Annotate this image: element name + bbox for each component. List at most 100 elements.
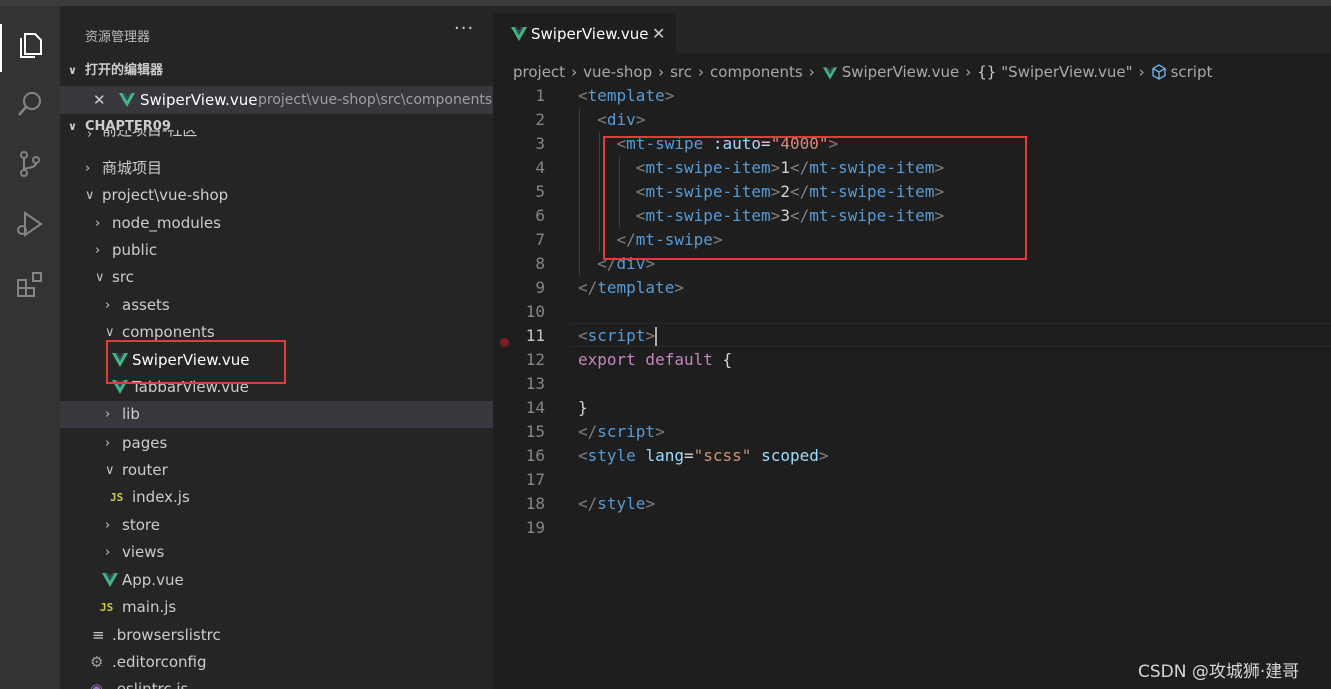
tab-label: SwiperView.vue	[531, 25, 649, 43]
code-line: 12 export default {	[525, 350, 733, 369]
text-cursor	[655, 327, 658, 346]
chevron-right-icon: ›	[105, 436, 111, 451]
tree-item-file[interactable]: ◉ .eslintrc.js	[60, 676, 493, 689]
source-control-icon[interactable]	[14, 148, 46, 180]
breadcrumb-item[interactable]: SwiperView.vue	[842, 61, 959, 83]
code-line: 2 <div>	[535, 110, 646, 129]
tree-item-file[interactable]: TabbarView.vue	[60, 374, 493, 401]
eslint-file-icon: ◉	[90, 680, 104, 689]
breadcrumb: project › vue-shop › src › components › SwiperVi…	[513, 61, 1212, 83]
chevron-right-icon: ›	[95, 243, 101, 258]
chevron-right-icon: ›	[808, 63, 815, 81]
tree-item-folder[interactable]: › 前还项目-社区	[60, 130, 493, 144]
open-editors-header[interactable]: ∨ 打开的编辑器	[60, 58, 493, 84]
tree-item-folder[interactable]: › public	[60, 237, 493, 264]
code-line: 8 </div>	[535, 254, 656, 273]
code-line: 5 <mt-swipe-item>2</mt-swipe-item>	[535, 182, 945, 201]
chevron-right-icon: ›	[105, 545, 111, 560]
chevron-right-icon: ›	[698, 63, 705, 81]
chevron-right-icon: ›	[658, 63, 665, 81]
chevron-right-icon: ›	[105, 298, 111, 313]
tree-item-folder[interactable]: ∨ router	[60, 457, 493, 484]
tab-swiperview[interactable]: SwiperView.vue ✕	[493, 14, 676, 54]
vue-file-icon	[112, 353, 128, 367]
tab-close-icon[interactable]: ✕	[652, 14, 665, 54]
tree-item-file[interactable]: SwiperView.vue	[60, 347, 493, 374]
tree-item-file[interactable]: ⚙ .editorconfig	[60, 649, 493, 676]
braces-icon: {}	[977, 63, 997, 81]
js-file-icon: JS	[110, 491, 124, 504]
explorer-title: 资源管理器	[85, 30, 151, 45]
tree-item-folder[interactable]: › lib	[60, 401, 493, 428]
tree-item-folder[interactable]: ∨ src	[60, 264, 493, 291]
open-editor-filename: SwiperView.vue	[140, 91, 258, 109]
tree-item-folder[interactable]: › pages	[60, 430, 493, 457]
code-line-current: 11 <script>	[525, 326, 658, 346]
vue-file-icon	[119, 93, 135, 107]
open-editor-item[interactable]: ✕ SwiperView.vue project\vue-shop\src\co…	[60, 86, 493, 114]
tree-item-file[interactable]: JS index.js	[60, 484, 493, 511]
chevron-right-icon: ›	[571, 63, 578, 81]
code-line: 7 </mt-swipe>	[535, 230, 723, 249]
code-line: 16 <style lang="scss" scoped>	[525, 446, 829, 465]
breadcrumb-item[interactable]: src	[670, 61, 692, 83]
search-icon[interactable]	[14, 88, 46, 120]
tree-item-file[interactable]: JS main.js	[60, 594, 493, 621]
tree-item-folder[interactable]: › 商城项目	[60, 155, 493, 182]
code-line: 14}	[525, 398, 588, 417]
breadcrumb-item[interactable]: project	[513, 61, 565, 83]
vue-file-icon	[822, 67, 837, 80]
chevron-down-icon: ∨	[95, 270, 105, 285]
code-line: 1 <template>	[535, 86, 675, 105]
chevron-down-icon: ∨	[105, 463, 115, 478]
chevron-right-icon: ›	[87, 130, 93, 142]
chevron-right-icon: ›	[85, 161, 91, 176]
close-icon[interactable]: ✕	[93, 86, 106, 114]
chevron-right-icon: ›	[105, 407, 111, 422]
code-line: 3 <mt-swipe :auto="4000">	[535, 134, 839, 153]
vue-file-icon	[102, 573, 118, 587]
tree-item-folder[interactable]: › node_modules	[60, 210, 493, 237]
tab-bar: SwiperView.vue ✕	[493, 6, 1331, 54]
extensions-icon[interactable]	[14, 268, 46, 300]
breadcrumb-item[interactable]: "SwiperView.vue"	[1001, 61, 1132, 83]
code-line: 10	[525, 302, 545, 321]
chevron-down-icon: ∨	[85, 188, 95, 203]
code-line: 6 <mt-swipe-item>3</mt-swipe-item>	[535, 206, 945, 225]
chevron-down-icon: ∨	[68, 64, 77, 77]
tree-item-file[interactable]: ≡ .browserslistrc	[60, 622, 493, 649]
open-editor-path: project\vue-shop\src\components	[258, 92, 493, 108]
gear-icon: ⚙	[90, 653, 104, 671]
settings-file-icon: ≡	[92, 626, 105, 644]
code-line: 18 </style>	[525, 494, 656, 513]
tree-item-file[interactable]: App.vue	[60, 567, 493, 594]
code-line: 13	[525, 374, 545, 393]
breadcrumb-item[interactable]: components	[710, 61, 803, 83]
watermark: CSDN @攻城狮·建哥	[1138, 662, 1300, 682]
tree-item-folder[interactable]: › assets	[60, 292, 493, 319]
tree-item-folder[interactable]: › store	[60, 512, 493, 539]
explorer-sidebar: 资源管理器 ··· ∨ 打开的编辑器 ✕ SwiperView.vue proj…	[60, 6, 493, 689]
run-debug-icon[interactable]	[14, 208, 46, 240]
code-line: 17	[525, 470, 545, 489]
chevron-down-icon: ∨	[105, 325, 115, 340]
chevron-right-icon: ›	[95, 216, 101, 231]
code-line: 19	[525, 518, 545, 537]
vue-file-icon	[511, 27, 527, 41]
js-file-icon: JS	[100, 601, 114, 614]
more-actions-icon[interactable]: ···	[454, 18, 474, 39]
tree-item-folder[interactable]: › views	[60, 539, 493, 566]
chevron-right-icon: ›	[105, 518, 111, 533]
chevron-right-icon: ›	[965, 63, 972, 81]
activity-active-indicator	[0, 24, 2, 72]
symbol-module-icon	[1151, 64, 1166, 80]
explorer-icon[interactable]	[14, 28, 46, 60]
vue-file-icon	[112, 380, 128, 394]
code-line: 9 </template>	[535, 278, 684, 297]
breadcrumb-item[interactable]: script	[1171, 61, 1213, 83]
chevron-right-icon: ›	[1138, 63, 1145, 81]
breadcrumb-item[interactable]: vue-shop	[583, 61, 652, 83]
tree-item-folder[interactable]: ∨ components	[60, 319, 493, 346]
tree-item-folder[interactable]: ∨ project\vue-shop	[60, 182, 493, 209]
activity-bar	[0, 6, 60, 689]
